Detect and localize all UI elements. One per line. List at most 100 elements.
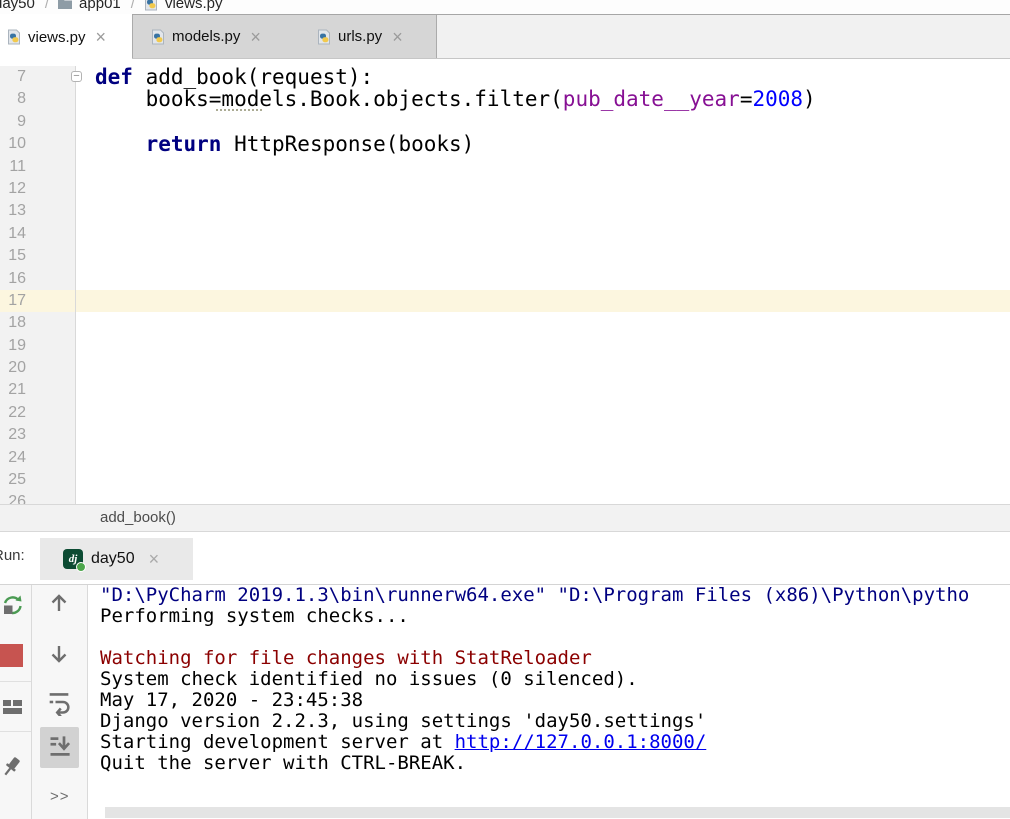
gutter-line-number[interactable]: 25 xyxy=(0,469,76,491)
context-breadcrumb-method[interactable]: add_book() xyxy=(100,509,176,526)
server-url-link[interactable]: http://127.0.0.1:8000/ xyxy=(455,731,707,753)
breadcrumb-item-views.py[interactable]: views.py xyxy=(165,0,223,12)
line-number: 7 xyxy=(0,66,26,88)
horizontal-scrollbar[interactable] xyxy=(105,807,1010,818)
breadcrumb: day50/ app01/ views.py xyxy=(0,0,1010,14)
gutter-line-number[interactable]: 22 xyxy=(0,402,76,424)
breadcrumb-items: day50/ app01/ views.py xyxy=(0,0,226,14)
code-line xyxy=(76,357,95,379)
editor-line-7[interactable]: 7def add_book(request):− xyxy=(0,66,1010,88)
editor-line-23[interactable]: 23 xyxy=(0,424,1010,446)
editor-line-11[interactable]: 11 xyxy=(0,156,1010,178)
gutter-line-number[interactable]: 17 xyxy=(0,290,76,312)
code-editor[interactable]: 7def add_book(request):−8 books=models.B… xyxy=(0,59,1010,504)
gutter-line-number[interactable]: 8 xyxy=(0,88,76,110)
editor-line-8[interactable]: 8 books=models.Book.objects.filter(pub_d… xyxy=(0,88,1010,110)
editor-line-21[interactable]: 21 xyxy=(0,379,1010,401)
editor-line-26[interactable]: 26 xyxy=(0,491,1010,504)
code-line: return HttpResponse(books) xyxy=(76,133,474,155)
previous-occurrence-icon[interactable] xyxy=(47,591,71,615)
tab-views.py[interactable]: views.py × xyxy=(0,14,132,60)
running-indicator-dot xyxy=(76,562,86,572)
soft-wrap-icon[interactable] xyxy=(45,688,73,716)
toolbar-divider xyxy=(31,585,32,819)
gutter-line-number[interactable]: 23 xyxy=(0,424,76,446)
rerun-icon[interactable] xyxy=(1,593,25,617)
line-number: 10 xyxy=(0,133,26,155)
gutter-line-number[interactable]: 14 xyxy=(0,223,76,245)
next-occurrence-icon[interactable] xyxy=(47,642,71,666)
editor-line-17[interactable]: 17 xyxy=(0,290,1010,312)
editor-line-9[interactable]: 9 xyxy=(0,111,1010,133)
run-tab-title: day50 xyxy=(91,550,135,568)
run-tab-day50[interactable]: dj day50 × xyxy=(40,538,193,580)
line-number: 22 xyxy=(0,402,26,424)
code-line xyxy=(76,200,95,222)
editor-line-14[interactable]: 14 xyxy=(0,223,1010,245)
console-line: Performing system checks... xyxy=(100,606,969,627)
gutter-line-number[interactable]: 18 xyxy=(0,312,76,334)
gutter-line-number[interactable]: 21 xyxy=(0,379,76,401)
gutter-line-number[interactable]: 11 xyxy=(0,156,76,178)
python-file-icon xyxy=(316,29,332,45)
editor-line-12[interactable]: 12 xyxy=(0,178,1010,200)
code-line xyxy=(76,469,95,491)
console-line: System check identified no issues (0 sil… xyxy=(100,669,969,690)
gutter-line-number[interactable]: 20 xyxy=(0,357,76,379)
gutter-line-number[interactable]: 24 xyxy=(0,447,76,469)
editor-line-20[interactable]: 20 xyxy=(0,357,1010,379)
line-number: 14 xyxy=(0,223,26,245)
gutter-line-number[interactable]: 12 xyxy=(0,178,76,200)
line-number: 9 xyxy=(0,111,26,133)
gutter-line-number[interactable]: 19 xyxy=(0,335,76,357)
editor-line-13[interactable]: 13 xyxy=(0,200,1010,222)
console-line: Watching for file changes with StatReloa… xyxy=(100,648,969,669)
close-icon[interactable]: × xyxy=(392,32,403,42)
scroll-to-end-icon[interactable] xyxy=(46,733,73,760)
line-number: 12 xyxy=(0,178,26,200)
close-icon[interactable]: × xyxy=(250,32,261,42)
close-icon[interactable]: × xyxy=(96,32,107,42)
line-number: 11 xyxy=(0,156,26,178)
editor-line-18[interactable]: 18 xyxy=(0,312,1010,334)
tab-label: models.py xyxy=(172,28,240,45)
code-line xyxy=(76,111,95,133)
console-line: May 17, 2020 - 23:45:38 xyxy=(100,690,969,711)
line-number: 26 xyxy=(0,491,26,504)
line-number: 17 xyxy=(0,290,26,312)
code-line xyxy=(76,424,95,446)
editor-line-24[interactable]: 24 xyxy=(0,447,1010,469)
editor-line-10[interactable]: 10 return HttpResponse(books) xyxy=(0,133,1010,155)
code-line xyxy=(76,156,95,178)
restore-layout-icon[interactable] xyxy=(1,695,25,719)
gutter-line-number[interactable]: 16 xyxy=(0,268,76,290)
editor-line-19[interactable]: 19 xyxy=(0,335,1010,357)
tab-urls.py[interactable]: urls.py × xyxy=(299,15,437,58)
breadcrumb-item-day50[interactable]: day50 xyxy=(0,0,35,12)
gutter-line-number[interactable]: 10 xyxy=(0,133,76,155)
fold-marker-icon[interactable]: − xyxy=(71,71,82,82)
editor-tab-bar: views.py × models.py × urls.py × xyxy=(0,14,1010,59)
editor-line-22[interactable]: 22 xyxy=(0,402,1010,424)
editor-line-16[interactable]: 16 xyxy=(0,268,1010,290)
editor-line-25[interactable]: 25 xyxy=(0,469,1010,491)
line-number: 25 xyxy=(0,469,26,491)
breadcrumb-item-app01[interactable]: app01 xyxy=(79,0,121,12)
toolbar-separator xyxy=(0,681,31,682)
stop-icon[interactable] xyxy=(0,644,23,667)
gutter-line-number[interactable]: 13 xyxy=(0,200,76,222)
gutter-line-number[interactable]: 15 xyxy=(0,245,76,267)
tab-label: urls.py xyxy=(338,28,382,45)
pin-icon[interactable] xyxy=(0,755,24,779)
code-line xyxy=(76,335,95,357)
tab-models.py[interactable]: models.py × xyxy=(132,15,300,58)
tab-label: views.py xyxy=(28,29,86,46)
gutter-line-number[interactable]: 9 xyxy=(0,111,76,133)
editor-line-15[interactable]: 15 xyxy=(0,245,1010,267)
gutter-line-number[interactable]: 26 xyxy=(0,491,76,504)
close-icon[interactable]: × xyxy=(149,554,160,564)
console-line: "D:\PyCharm 2019.1.3\bin\runnerw64.exe" … xyxy=(100,585,969,606)
gutter-line-number[interactable]: 7 xyxy=(0,66,76,88)
code-line xyxy=(76,402,95,424)
more-actions-chevron-icon[interactable]: >> xyxy=(50,788,70,805)
